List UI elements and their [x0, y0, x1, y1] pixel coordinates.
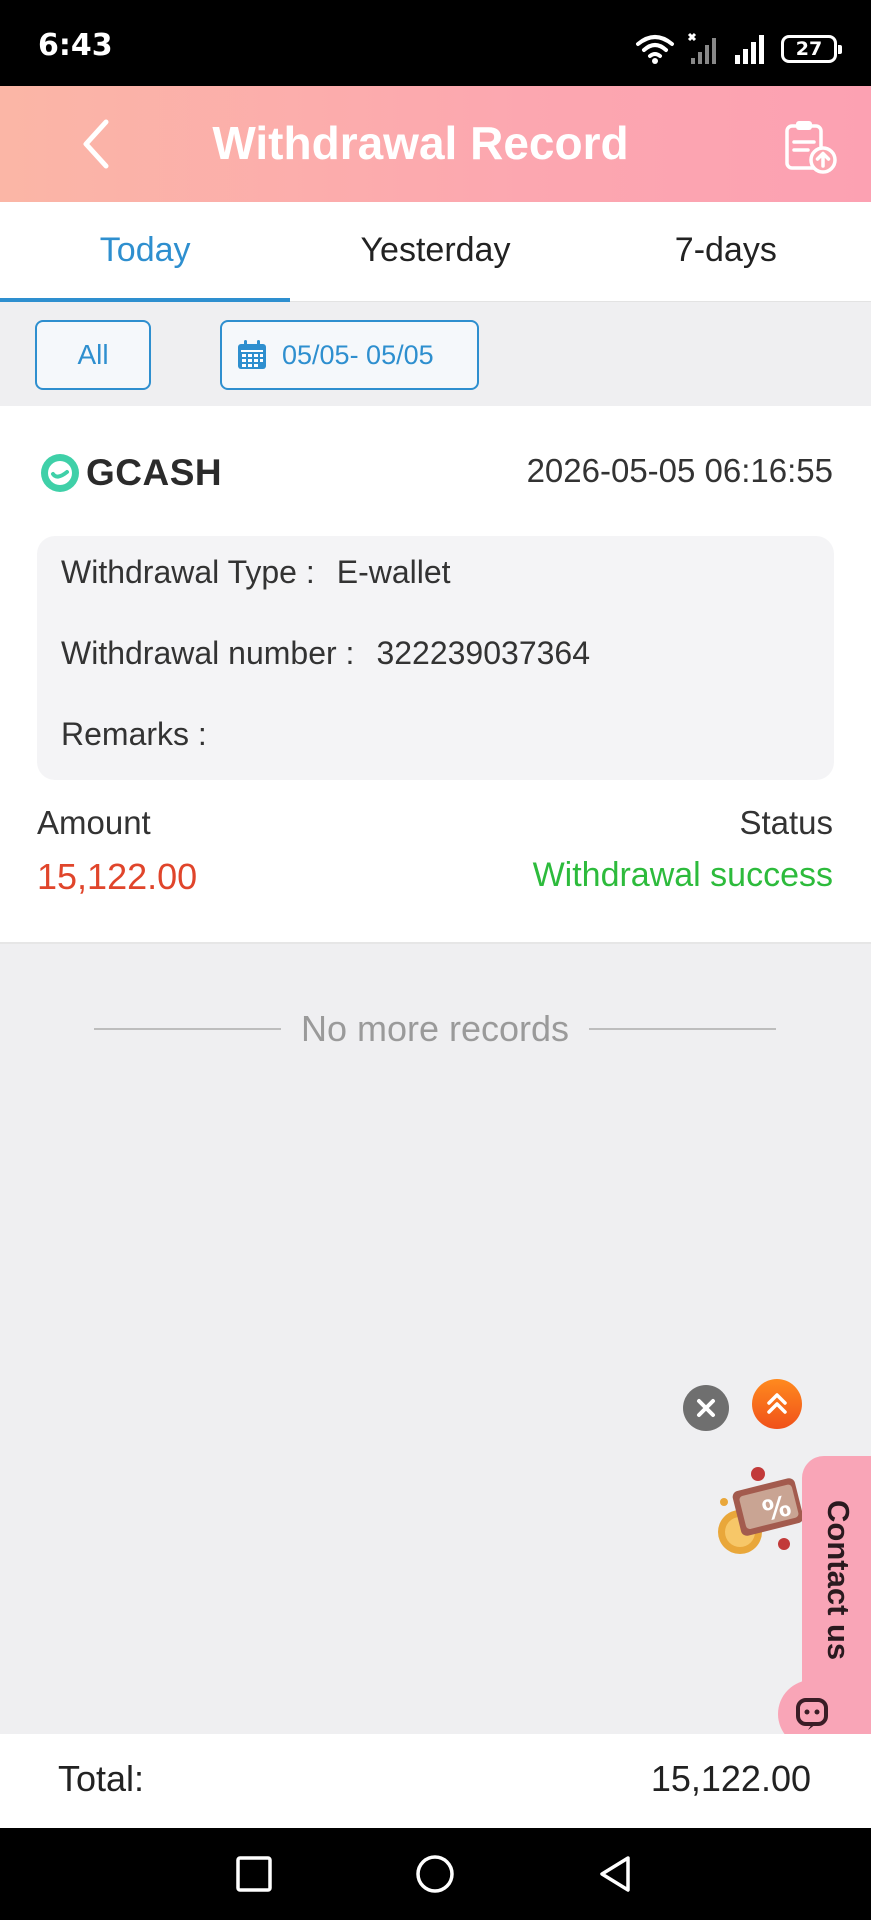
- gcash-logo-icon: [41, 454, 79, 492]
- remarks-label: Remarks :: [61, 716, 207, 752]
- back-icon[interactable]: [594, 1852, 638, 1896]
- system-nav-bar: [0, 1828, 871, 1920]
- amount-value: 15,122.00: [37, 856, 198, 897]
- status-value: Withdrawal success: [532, 856, 833, 894]
- list-end-indicator: No more records: [94, 1004, 776, 1054]
- total-label: Total:: [58, 1758, 145, 1799]
- record-datetime: 2026-05-05 06:16:55: [526, 452, 833, 489]
- status-icons: 27: [635, 32, 842, 66]
- promo-gift-icon[interactable]: %: [716, 1462, 806, 1572]
- close-float-button[interactable]: [683, 1385, 729, 1431]
- withdrawal-type-row: Withdrawal Type : E-wallet: [61, 554, 451, 591]
- brand-name: GCASH: [86, 452, 223, 493]
- withdrawal-record-card[interactable]: GCASH 2026-05-05 06:16:55 Withdrawal Typ…: [0, 406, 871, 944]
- date-tabs: Today Yesterday 7-days: [0, 202, 871, 302]
- double-chevron-up-icon: [767, 1393, 787, 1414]
- contact-us-label[interactable]: Contact us: [816, 1500, 856, 1670]
- wifi-icon: [636, 35, 674, 64]
- total-bar: Total: 15,122.00: [0, 1734, 871, 1828]
- page-title: Withdrawal Record: [212, 117, 629, 169]
- signal-icon: [735, 35, 764, 64]
- scroll-to-top-button[interactable]: [752, 1379, 802, 1429]
- battery-level: 27: [795, 38, 823, 60]
- tab-7-days[interactable]: 7-days: [581, 202, 871, 301]
- withdrawal-number-value: 322239037364: [376, 635, 590, 671]
- withdrawal-type-value: E-wallet: [336, 554, 451, 590]
- record-details: Withdrawal Type : E-wallet Withdrawal nu…: [37, 536, 834, 780]
- tab-today[interactable]: Today: [0, 202, 291, 302]
- divider-right: [589, 1028, 776, 1030]
- amount-label: Amount: [37, 804, 151, 841]
- recent-apps-icon[interactable]: [232, 1852, 276, 1896]
- calendar-icon: [238, 340, 266, 369]
- tab-yesterday[interactable]: Yesterday: [290, 202, 580, 301]
- status-time: 6:43: [38, 28, 113, 63]
- status-bar: 6:43 27: [0, 0, 871, 86]
- divider-left: [94, 1028, 281, 1030]
- clipboard-upload-icon[interactable]: [781, 118, 837, 174]
- filter-bar: All 05/05- 05/05: [0, 302, 871, 406]
- date-range-picker[interactable]: 05/05- 05/05: [220, 320, 479, 390]
- withdrawal-number-row: Withdrawal number : 322239037364: [61, 635, 590, 672]
- app-header: Withdrawal Record: [0, 86, 871, 202]
- remarks-row: Remarks :: [61, 716, 229, 753]
- total-value: 15,122.00: [650, 1758, 811, 1799]
- battery-icon: 27: [781, 35, 842, 63]
- no-more-records-text: No more records: [300, 1008, 570, 1049]
- withdrawal-type-label: Withdrawal Type :: [61, 554, 315, 590]
- close-icon: [697, 1399, 715, 1417]
- status-label: Status: [739, 804, 833, 841]
- date-range-text: 05/05- 05/05: [282, 339, 434, 370]
- filter-all-button[interactable]: All: [35, 320, 151, 390]
- home-icon[interactable]: [413, 1852, 457, 1896]
- withdrawal-number-label: Withdrawal number :: [61, 635, 355, 671]
- signal-weak-icon: [687, 32, 716, 64]
- payment-brand: GCASH: [40, 452, 222, 494]
